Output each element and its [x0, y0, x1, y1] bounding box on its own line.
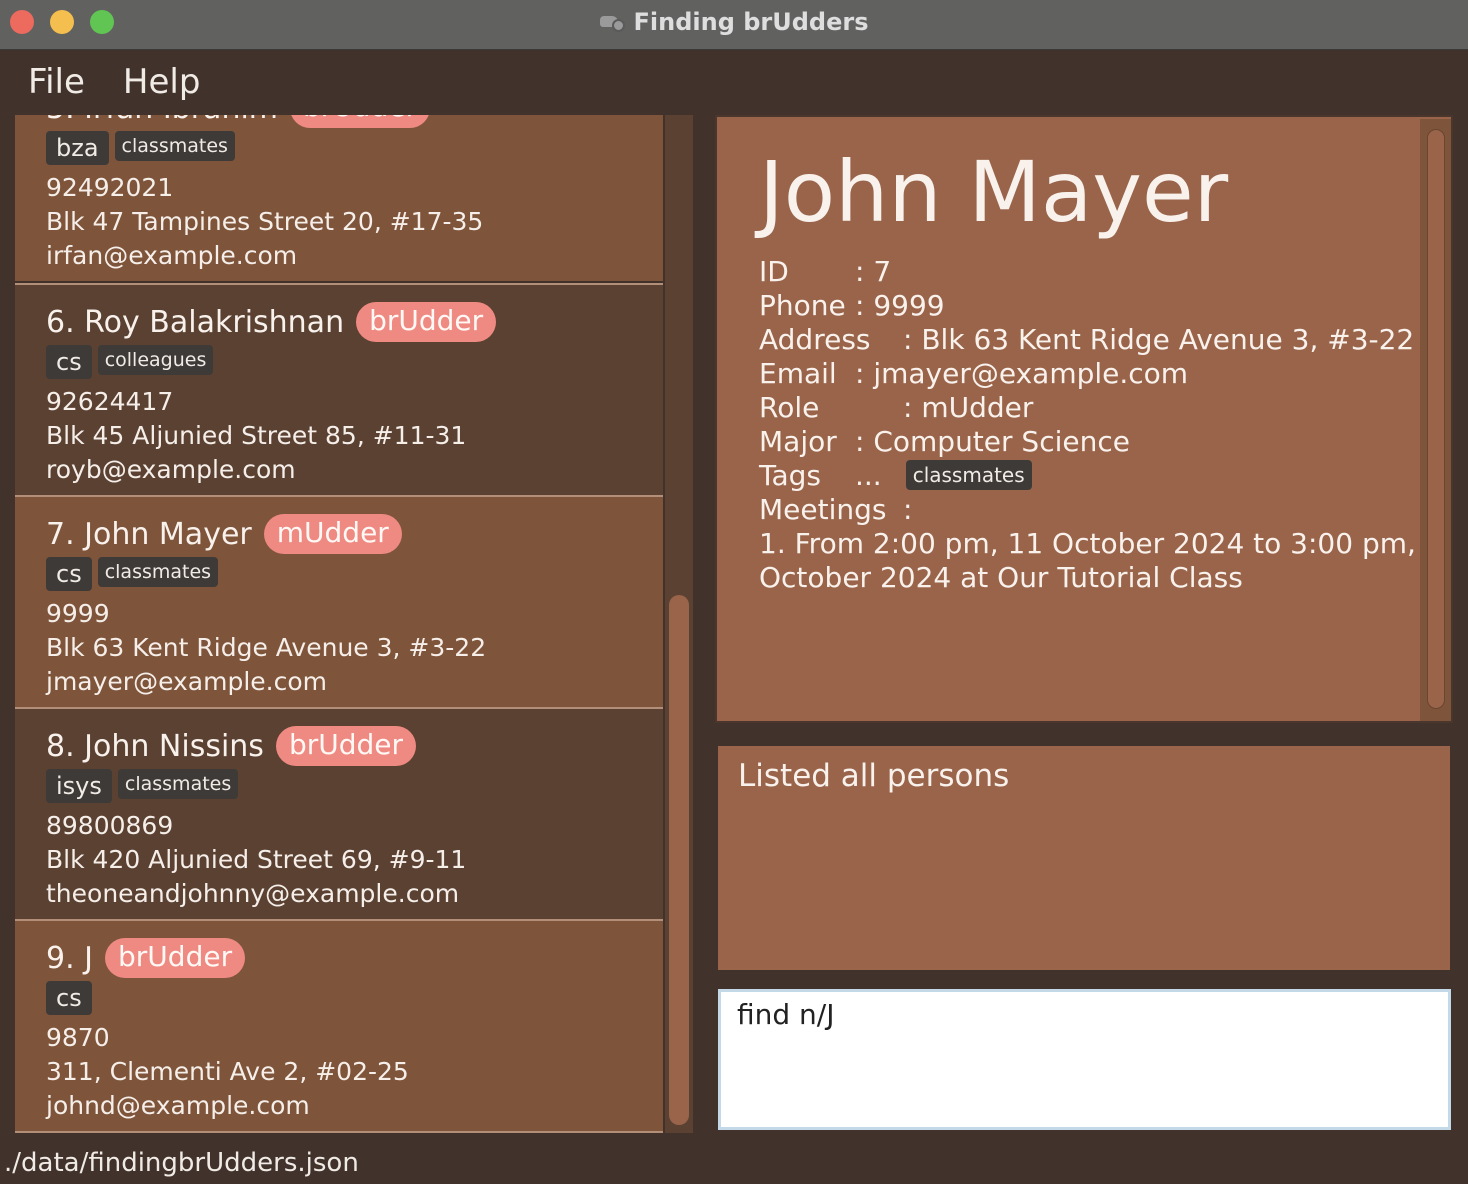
group-tag: classmates	[114, 131, 235, 161]
person-email: theoneandjohnny@example.com	[46, 879, 460, 908]
detail-id: ID: 7	[759, 255, 892, 288]
person-phone: 92624417	[46, 387, 174, 416]
role-badge: brUdder	[356, 302, 497, 342]
person-card[interactable]: 6. Roy Balakrishnan brUdder cs colleague…	[15, 285, 663, 495]
person-email: jmayer@example.com	[46, 667, 328, 696]
person-detail-panel: John Mayer ID: 7 Phone: 9999 Address: Bl…	[715, 115, 1453, 723]
person-phone: 89800869	[46, 811, 174, 840]
role-badge: mUdder	[263, 514, 402, 554]
major-tag: cs	[46, 981, 92, 1015]
person-email: irfan@example.com	[46, 241, 298, 270]
person-address: Blk 63 Kent Ridge Avenue 3, #3-22	[46, 633, 487, 662]
person-phone: 92492021	[46, 173, 174, 202]
person-email: johnd@example.com	[46, 1091, 310, 1120]
card-divider	[15, 1131, 663, 1133]
person-name: 9. J	[46, 940, 94, 976]
major-tag: cs	[46, 557, 92, 591]
person-address: 311, Clementi Ave 2, #02-25	[46, 1057, 409, 1086]
detail-meetings-label: Meetings:	[759, 493, 913, 526]
person-card[interactable]: 5. Irfan Ibrahim brUdder bza classmates …	[15, 115, 663, 281]
command-box[interactable]	[718, 989, 1451, 1130]
person-phone: 9870	[46, 1023, 110, 1052]
person-name: 7. John Mayer	[46, 516, 252, 552]
detail-email: Email: jmayer@example.com	[759, 357, 1189, 390]
cow-icon	[599, 14, 625, 32]
list-scrollbar[interactable]	[665, 115, 693, 1133]
detail-role: Role: mUdder	[759, 391, 1034, 424]
person-card[interactable]: 7. John Mayer mUdder cs classmates 9999 …	[15, 497, 663, 707]
detail-name: John Mayer	[759, 143, 1229, 241]
result-message: Listed all persons	[738, 758, 1010, 794]
detail-scrollbar[interactable]	[1420, 119, 1451, 721]
person-address: Blk 47 Tampines Street 20, #17-35	[46, 207, 484, 236]
command-input[interactable]	[737, 998, 1432, 1031]
group-tag: classmates	[117, 769, 239, 799]
person-name: 8. John Nissins	[46, 728, 264, 764]
detail-tag: classmates	[905, 460, 1032, 490]
window-title: Finding brUdders	[633, 8, 869, 36]
person-card[interactable]: 8. John Nissins brUdder isys classmates …	[15, 709, 663, 919]
person-list[interactable]: 5. Irfan Ibrahim brUdder bza classmates …	[15, 115, 663, 1133]
major-tag: bza	[46, 131, 109, 165]
detail-tags: Tags... classmates	[759, 459, 1032, 493]
detail-address: Address: Blk 63 Kent Ridge Avenue 3, #3-…	[759, 323, 1415, 356]
role-badge: brUdder	[290, 115, 431, 128]
person-name: 6. Roy Balakrishnan	[46, 304, 345, 340]
window-titlebar: Finding brUdders	[0, 0, 1468, 50]
menu-file[interactable]: File	[28, 62, 85, 102]
person-address: Blk 420 Aljunied Street 69, #9-11	[46, 845, 467, 874]
menu-bar: File Help	[0, 51, 1468, 113]
list-scrollbar-thumb[interactable]	[669, 595, 689, 1125]
person-name: 5. Irfan Ibrahim	[46, 115, 278, 126]
menu-help[interactable]: Help	[123, 62, 201, 102]
role-badge: brUdder	[275, 726, 417, 766]
detail-scrollbar-thumb[interactable]	[1427, 129, 1445, 709]
role-badge: brUdder	[105, 938, 246, 978]
major-tag: cs	[46, 345, 92, 379]
result-display: Listed all persons	[718, 746, 1450, 970]
person-address: Blk 45 Aljunied Street 85, #11-31	[46, 421, 467, 450]
status-bar-file-path: ./data/findingbrUdders.json	[4, 1148, 359, 1178]
major-tag: isys	[46, 769, 112, 803]
group-tag: colleagues	[97, 345, 214, 375]
group-tag: classmates	[97, 557, 219, 587]
person-phone: 9999	[46, 599, 110, 628]
detail-meeting-line: 1. From 2:00 pm, 11 October 2024 to 3:00…	[759, 527, 1453, 560]
person-card[interactable]: 9. J brUdder cs 9870 311, Clementi Ave 2…	[15, 921, 663, 1131]
detail-meeting-line: October 2024 at Our Tutorial Class	[759, 561, 1243, 594]
detail-phone: Phone: 9999	[759, 289, 945, 322]
detail-major: Major: Computer Science	[759, 425, 1130, 458]
person-email: royb@example.com	[46, 455, 296, 484]
